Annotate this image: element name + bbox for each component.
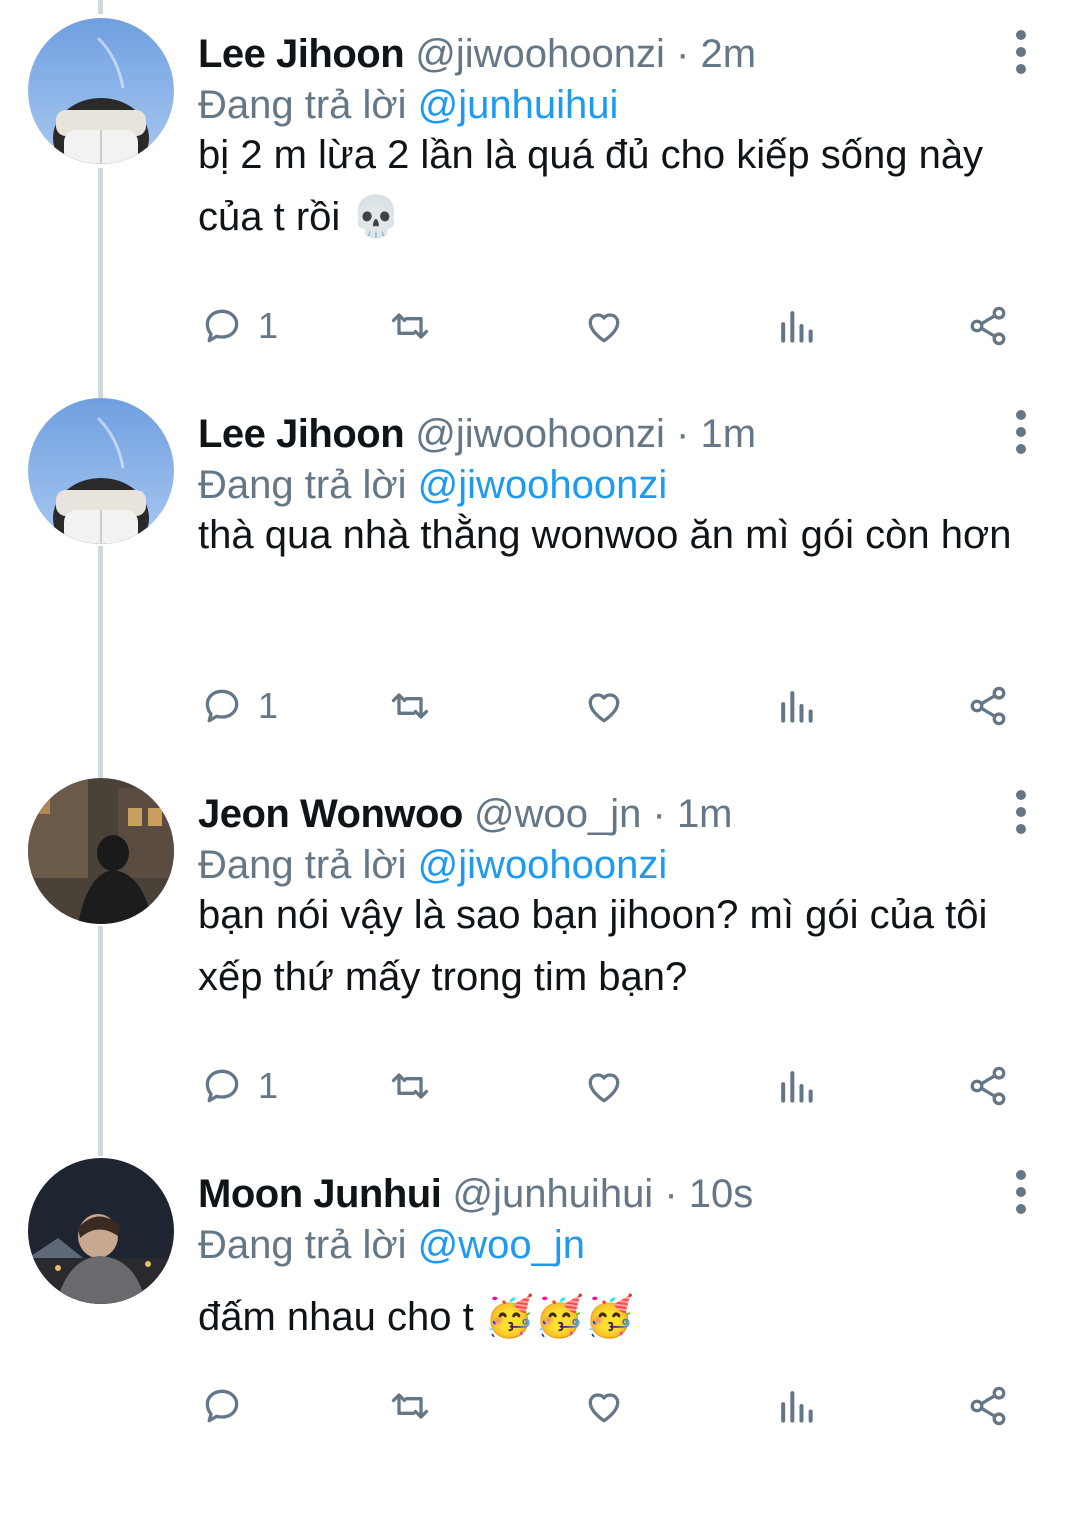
- reply-icon: [205, 1389, 239, 1423]
- display-name[interactable]: Moon Junhui: [198, 1172, 442, 1216]
- retweet-icon: [391, 693, 429, 719]
- user-handle[interactable]: @woo_jn: [474, 792, 641, 836]
- tweet-header: Moon Junhui @junhuihui · 10s: [198, 1168, 753, 1220]
- reply-button[interactable]: 1: [200, 676, 278, 736]
- replying-to: Đang trả lời @jiwoohoonzi: [198, 840, 667, 890]
- tweet-header: Lee Jihoon @jiwoohoonzi · 2m: [198, 28, 756, 80]
- analytics-button[interactable]: [774, 676, 818, 736]
- reply-button[interactable]: 1: [200, 1056, 278, 1116]
- reply-icon: [205, 689, 239, 723]
- reply-count: 1: [258, 305, 279, 346]
- share-icon: [970, 306, 1006, 346]
- analytics-button[interactable]: [774, 1376, 818, 1436]
- analytics-icon: [781, 691, 813, 723]
- analytics-button[interactable]: [774, 296, 818, 356]
- avatar[interactable]: [28, 778, 174, 924]
- replying-to: Đang trả lời @jiwoohoonzi: [198, 460, 667, 510]
- tweet-text: bạn nói vậy là sao bạn jihoon? mì gói củ…: [198, 893, 988, 999]
- reply-count: 1: [258, 685, 279, 726]
- analytics-icon: [781, 1391, 813, 1423]
- replying-mention[interactable]: @jiwoohoonzi: [418, 843, 668, 887]
- more-vertical-icon[interactable]: [1000, 790, 1042, 834]
- heart-icon: [588, 313, 620, 343]
- replying-to: Đang trả lời @woo_jn: [198, 1220, 585, 1270]
- replying-to: Đang trả lời @junhuihui: [198, 80, 618, 130]
- avatar[interactable]: [28, 398, 174, 544]
- heart-icon: [588, 1393, 620, 1423]
- reply-icon: [205, 1069, 239, 1103]
- timestamp[interactable]: 1m: [700, 412, 756, 456]
- retweet-button[interactable]: [388, 676, 432, 736]
- replying-label: Đang trả lời: [198, 463, 407, 507]
- share-icon: [970, 1066, 1006, 1106]
- tweet[interactable]: Moon Junhui @junhuihui · 10s Đang trả lờ…: [0, 1140, 1080, 1520]
- more-vertical-icon[interactable]: [1000, 1170, 1042, 1214]
- analytics-button[interactable]: [774, 1056, 818, 1116]
- tweet-header: Jeon Wonwoo @woo_jn · 1m: [198, 788, 733, 840]
- separator-dot: ·: [676, 32, 690, 76]
- replying-label: Đang trả lời: [198, 83, 407, 127]
- retweet-icon: [391, 313, 429, 339]
- replying-mention[interactable]: @jiwoohoonzi: [418, 463, 668, 507]
- tweet[interactable]: Jeon Wonwoo @woo_jn · 1m Đang trả lời @j…: [0, 760, 1080, 1140]
- tweet-actions: [0, 1376, 1080, 1436]
- reply-button[interactable]: [200, 1376, 258, 1436]
- share-icon: [970, 686, 1006, 726]
- like-button[interactable]: [582, 1056, 626, 1116]
- share-icon: [970, 1386, 1006, 1426]
- separator-dot: ·: [676, 412, 690, 456]
- timestamp[interactable]: 1m: [677, 792, 733, 836]
- tweet-header: Lee Jihoon @jiwoohoonzi · 1m: [198, 408, 756, 460]
- tweet[interactable]: Lee Jihoon @jiwoohoonzi · 1m Đang trả lờ…: [0, 380, 1080, 760]
- replying-label: Đang trả lời: [198, 843, 407, 887]
- replying-mention[interactable]: @junhuihui: [418, 83, 619, 127]
- avatar[interactable]: [28, 18, 174, 164]
- timestamp[interactable]: 2m: [700, 32, 756, 76]
- display-name[interactable]: Jeon Wonwoo: [198, 792, 463, 836]
- retweet-button[interactable]: [388, 1376, 432, 1436]
- separator-dot: ·: [652, 792, 666, 836]
- retweet-button[interactable]: [388, 296, 432, 356]
- like-button[interactable]: [582, 1376, 626, 1436]
- reply-icon: [205, 309, 239, 343]
- share-button[interactable]: [966, 296, 1010, 356]
- more-vertical-icon[interactable]: [1000, 410, 1042, 454]
- user-handle[interactable]: @jiwoohoonzi: [415, 412, 665, 456]
- tweet-text: thà qua nhà thằng wonwoo ăn mì gói còn h…: [198, 513, 1012, 557]
- user-handle[interactable]: @junhuihui: [452, 1172, 653, 1216]
- heart-icon: [588, 693, 620, 723]
- reply-count: 1: [258, 1065, 279, 1106]
- avatar[interactable]: [28, 1158, 174, 1304]
- timestamp[interactable]: 10s: [689, 1172, 754, 1216]
- tweet[interactable]: Lee Jihoon @jiwoohoonzi · 2m Đang trả lờ…: [0, 0, 1080, 380]
- share-button[interactable]: [966, 676, 1010, 736]
- retweet-button[interactable]: [388, 1056, 432, 1116]
- tweet-text: đấm nhau cho t 🥳🥳🥳: [198, 1295, 635, 1339]
- retweet-icon: [391, 1393, 429, 1419]
- like-button[interactable]: [582, 676, 626, 736]
- tweet-text: bị 2 m lừa 2 lần là quá đủ cho kiếp sống…: [198, 133, 984, 239]
- tweet-actions: 1: [0, 676, 1080, 736]
- reply-button[interactable]: 1: [200, 296, 278, 356]
- share-button[interactable]: [966, 1056, 1010, 1116]
- like-button[interactable]: [582, 296, 626, 356]
- analytics-icon: [781, 1071, 813, 1103]
- replying-mention[interactable]: @woo_jn: [418, 1223, 585, 1267]
- analytics-icon: [781, 311, 813, 343]
- display-name[interactable]: Lee Jihoon: [198, 32, 405, 76]
- user-handle[interactable]: @jiwoohoonzi: [415, 32, 665, 76]
- more-vertical-icon[interactable]: [1000, 30, 1042, 74]
- tweet-actions: 1: [0, 296, 1080, 356]
- replying-label: Đang trả lời: [198, 1223, 407, 1267]
- retweet-icon: [391, 1073, 429, 1099]
- share-button[interactable]: [966, 1376, 1010, 1436]
- tweet-actions: 1: [0, 1056, 1080, 1116]
- display-name[interactable]: Lee Jihoon: [198, 412, 405, 456]
- separator-dot: ·: [664, 1172, 678, 1216]
- heart-icon: [588, 1073, 620, 1103]
